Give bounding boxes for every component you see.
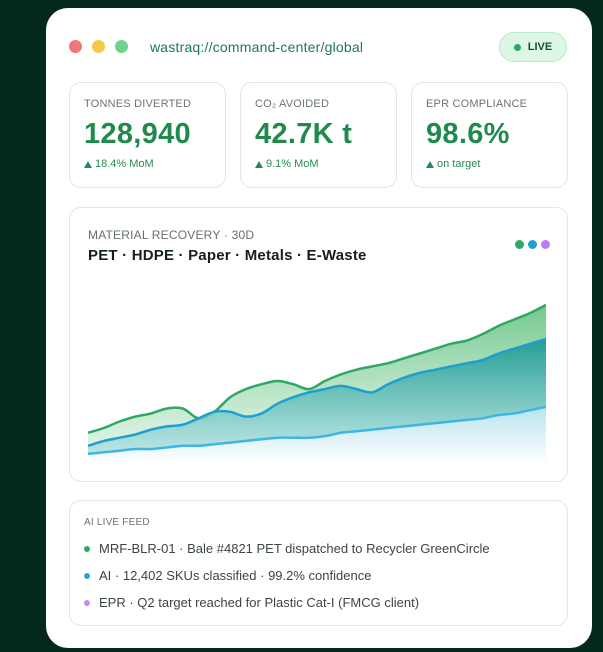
live-badge: LIVE	[499, 32, 567, 62]
trend-up-icon	[255, 160, 263, 168]
feed-item[interactable]: EPR · Q2 target reached for Plastic Cat-…	[84, 595, 419, 610]
command-center-card: wastraq://command-center/global LIVE TON…	[46, 8, 592, 648]
stat-value: 128,940	[84, 118, 191, 150]
legend-dot-purple	[541, 240, 550, 249]
live-label: LIVE	[527, 41, 553, 53]
minimize-window-dot[interactable]	[92, 40, 105, 53]
stat-label: EPR COMPLIANCE	[426, 98, 528, 110]
feed-item-dot	[84, 545, 90, 552]
legend-dot-green	[515, 240, 524, 249]
stat-change: 18.4% MoM	[84, 158, 225, 170]
stat-change-text: on target	[437, 158, 481, 170]
stat-card-co2-avoided: CO₂ AVOIDED 42.7K t 9.1% MoM	[240, 82, 397, 188]
stat-label: CO₂ AVOIDED	[255, 98, 330, 110]
material-recovery-chart-panel: MATERIAL RECOVERY · 30D PET · HDPE · Pap…	[69, 207, 568, 482]
feed-item-text: EPR · Q2 target reached for Plastic Cat-…	[99, 595, 420, 610]
trend-up-icon	[426, 160, 434, 168]
chart-subtitle: PET · HDPE · Paper · Metals · E-Waste	[88, 247, 367, 264]
feed-item[interactable]: AI · 12,402 SKUs classified · 99.2% conf…	[84, 568, 371, 583]
stat-card-tonnes-diverted: TONNES DIVERTED 128,940 18.4% MoM	[69, 82, 226, 188]
feed-item-text: MRF-BLR-01 · Bale #4821 PET dispatched t…	[99, 541, 490, 556]
stat-change-text: 18.4% MoM	[95, 158, 154, 170]
stat-change: 9.1% MoM	[255, 158, 396, 170]
stat-value: 42.7K t	[255, 118, 353, 150]
legend-dot-blue	[528, 240, 537, 249]
stat-label: TONNES DIVERTED	[84, 98, 192, 110]
maximize-window-dot[interactable]	[115, 40, 128, 53]
window-topbar: wastraq://command-center/global LIVE	[46, 8, 592, 88]
stat-change-text: 9.1% MoM	[266, 158, 319, 170]
feed-title: AI LIVE FEED	[84, 517, 150, 528]
chart-legend	[515, 240, 550, 249]
ai-live-feed-panel: AI LIVE FEED MRF-BLR-01 · Bale #4821 PET…	[69, 500, 568, 626]
stat-value: 98.6%	[426, 118, 510, 150]
chart-title: MATERIAL RECOVERY · 30D	[88, 228, 255, 242]
close-window-dot[interactable]	[69, 40, 82, 53]
feed-item-dot	[84, 572, 90, 579]
feed-item-dot	[84, 599, 90, 606]
material-recovery-area-chart	[88, 303, 546, 464]
stat-change: on target	[426, 158, 567, 170]
feed-item-text: AI · 12,402 SKUs classified · 99.2% conf…	[99, 568, 372, 583]
address-url[interactable]: wastraq://command-center/global	[150, 39, 363, 55]
feed-item[interactable]: MRF-BLR-01 · Bale #4821 PET dispatched t…	[84, 541, 490, 556]
trend-up-icon	[84, 160, 92, 168]
stat-card-epr-compliance: EPR COMPLIANCE 98.6% on target	[411, 82, 568, 188]
live-indicator-dot	[513, 43, 521, 51]
